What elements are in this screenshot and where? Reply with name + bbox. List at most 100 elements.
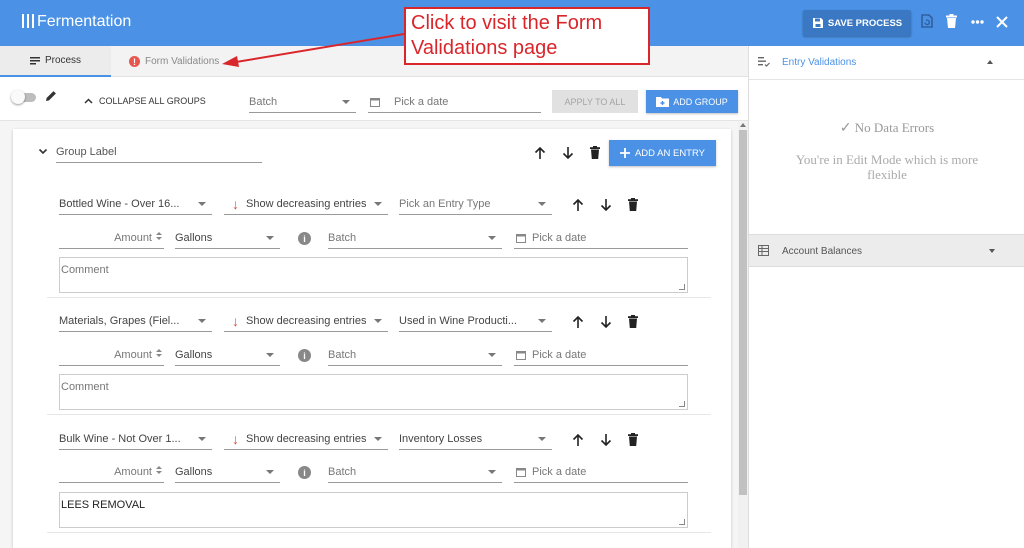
- account-balances-label: Account Balances: [782, 246, 863, 257]
- chevron-down-icon[interactable]: [38, 148, 48, 155]
- apply-to-all-button[interactable]: APPLY TO ALL: [552, 90, 638, 113]
- direction-select[interactable]: ↓ Show decreasing entries: [224, 193, 388, 215]
- amount-input[interactable]: Amount: [59, 227, 164, 249]
- entry-divider: [47, 297, 711, 298]
- comment-value: LEES REMOVAL: [61, 499, 146, 511]
- batch-select[interactable]: Batch: [249, 91, 356, 113]
- date-picker[interactable]: Pick a date: [514, 344, 688, 366]
- entry-type-value: Inventory Losses: [399, 432, 483, 445]
- date-picker[interactable]: Pick a date: [368, 91, 541, 113]
- unit-select[interactable]: Gallons: [175, 227, 280, 249]
- entry-type-select[interactable]: Pick an Entry Type: [399, 193, 552, 215]
- amount-input[interactable]: Amount: [59, 461, 164, 483]
- batch-value: Batch: [328, 348, 357, 361]
- date-picker[interactable]: Pick a date: [514, 461, 688, 483]
- check-icon: ✓: [839, 121, 852, 136]
- columns-icon: [22, 14, 34, 30]
- entry-type-value: Used in Wine Producti...: [399, 314, 517, 327]
- group-label-input[interactable]: Group Label: [56, 141, 262, 163]
- move-down-icon[interactable]: [562, 146, 574, 160]
- account-select[interactable]: Bulk Wine - Not Over 1...: [59, 428, 212, 450]
- amount-input[interactable]: Amount: [59, 344, 164, 366]
- info-icon[interactable]: i: [298, 232, 311, 245]
- collapse-caret-icon: [987, 60, 993, 64]
- pencil-icon[interactable]: [45, 90, 57, 102]
- batch-select[interactable]: Batch: [328, 227, 502, 249]
- add-group-button[interactable]: ADD GROUP: [646, 90, 738, 113]
- add-an-entry-button[interactable]: ADD AN ENTRY: [609, 140, 716, 166]
- close-icon[interactable]: [996, 16, 1008, 28]
- account-value: Materials, Grapes (Fiel...: [59, 314, 180, 327]
- move-up-icon[interactable]: [572, 198, 584, 212]
- info-icon[interactable]: i: [298, 349, 311, 362]
- resize-handle-icon[interactable]: [679, 519, 685, 525]
- move-down-icon[interactable]: [600, 315, 612, 329]
- edit-mode-toggle[interactable]: [11, 90, 36, 104]
- folder-add-icon: [656, 97, 670, 107]
- amount-placeholder: Amount: [114, 348, 152, 361]
- no-errors-status: ✓ No Data Errors: [749, 120, 1024, 137]
- chevron-up-icon: [84, 98, 93, 104]
- arrow-down-icon: ↓: [232, 195, 239, 212]
- plus-icon: [619, 148, 630, 158]
- entry-type-select[interactable]: Used in Wine Producti...: [399, 310, 552, 332]
- no-errors-text: No Data Errors: [854, 120, 935, 135]
- ledger-icon: [758, 245, 769, 256]
- stepper-icon: [156, 349, 162, 357]
- collapse-all-groups-button[interactable]: COLLAPSE ALL GROUPS: [84, 96, 206, 106]
- batch-select[interactable]: Batch: [328, 344, 502, 366]
- direction-select[interactable]: ↓ Show decreasing entries: [224, 428, 388, 450]
- info-icon[interactable]: i: [298, 466, 311, 479]
- batch-value: Batch: [328, 465, 357, 478]
- tab-process-label: Process: [44, 55, 82, 66]
- trash-icon[interactable]: [628, 315, 638, 328]
- resize-handle-icon[interactable]: [679, 401, 685, 407]
- unit-select[interactable]: Gallons: [175, 344, 280, 366]
- calendar-icon: [516, 467, 526, 477]
- trash-icon[interactable]: [628, 433, 638, 446]
- move-down-icon[interactable]: [600, 433, 612, 447]
- save-process-label: SAVE PROCESS: [827, 17, 903, 29]
- error-icon: !: [129, 56, 140, 67]
- trash-icon[interactable]: [590, 146, 600, 159]
- move-down-icon[interactable]: [600, 198, 612, 212]
- move-up-icon[interactable]: [534, 146, 546, 160]
- entry-divider: [47, 414, 711, 415]
- account-value: Bottled Wine - Over 16...: [59, 197, 180, 210]
- account-select[interactable]: Materials, Grapes (Fiel...: [59, 310, 212, 332]
- comment-textarea[interactable]: Comment: [59, 374, 688, 410]
- move-up-icon[interactable]: [572, 315, 584, 329]
- tab-form-validations[interactable]: ! Form Validations: [111, 46, 219, 77]
- discard-changes-icon[interactable]: [921, 14, 933, 28]
- comment-textarea[interactable]: Comment: [59, 257, 688, 293]
- unit-select[interactable]: Gallons: [175, 461, 280, 483]
- stepper-icon: [156, 466, 162, 474]
- resize-handle-icon[interactable]: [679, 284, 685, 290]
- delete-icon[interactable]: [946, 14, 957, 28]
- apply-to-all-label: APPLY TO ALL: [564, 96, 626, 107]
- account-select[interactable]: Bottled Wine - Over 16...: [59, 193, 212, 215]
- direction-select[interactable]: ↓ Show decreasing entries: [224, 310, 388, 332]
- more-options-icon[interactable]: [971, 20, 984, 24]
- account-balances-header[interactable]: Account Balances: [749, 234, 1024, 267]
- vertical-scrollbar[interactable]: [738, 122, 748, 548]
- entry-type-select[interactable]: Inventory Losses: [399, 428, 552, 450]
- date-picker[interactable]: Pick a date: [514, 227, 688, 249]
- tab-process[interactable]: Process: [0, 46, 111, 77]
- entry-validations-header[interactable]: Entry Validations: [749, 46, 1024, 80]
- trash-icon[interactable]: [628, 198, 638, 211]
- annotation-callout: Click to visit the Form Validations page: [404, 7, 650, 65]
- group-toolbar: COLLAPSE ALL GROUPS Batch Pick a date AP…: [0, 77, 748, 121]
- add-an-entry-label: ADD AN ENTRY: [634, 147, 706, 159]
- comment-textarea[interactable]: LEES REMOVAL: [59, 492, 688, 528]
- amount-placeholder: Amount: [114, 231, 152, 244]
- date-picker-value: Pick a date: [394, 95, 449, 108]
- calendar-icon: [516, 233, 526, 243]
- unit-value: Gallons: [175, 465, 213, 478]
- unit-value: Gallons: [175, 231, 213, 244]
- save-process-button[interactable]: SAVE PROCESS: [803, 10, 911, 36]
- collapse-all-groups-label: COLLAPSE ALL GROUPS: [99, 96, 206, 106]
- batch-select-value: Batch: [249, 95, 278, 108]
- batch-select[interactable]: Batch: [328, 461, 502, 483]
- move-up-icon[interactable]: [572, 433, 584, 447]
